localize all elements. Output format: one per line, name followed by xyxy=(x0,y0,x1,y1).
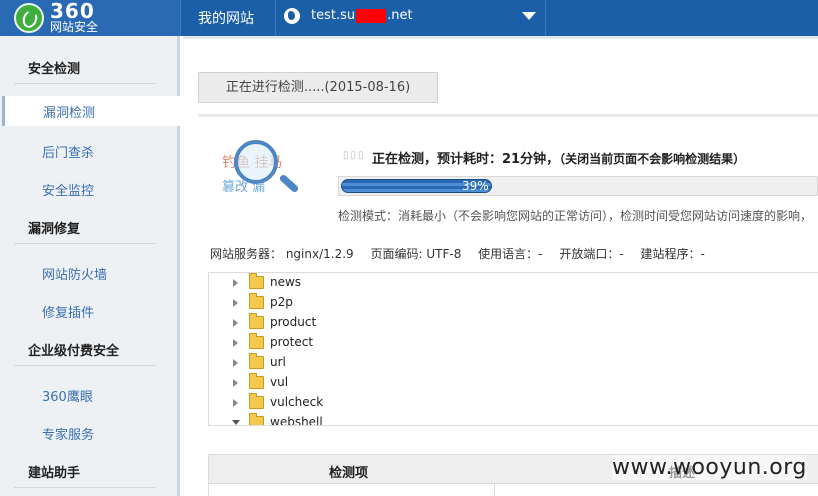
nav-my-sites[interactable]: 我的网站 xyxy=(198,8,254,28)
sidebar-group-title: 企业级付费安全 xyxy=(28,344,120,359)
language-info: 使用语言：- xyxy=(478,247,543,261)
scan-message-note: （关闭当前页面不会影响检测结果） xyxy=(559,152,746,166)
progress-bar: 39% xyxy=(338,176,818,196)
sidebar-group-title: 漏洞修复 xyxy=(28,222,81,237)
globe-icon xyxy=(284,8,300,24)
table-row xyxy=(208,484,818,496)
directory-tree[interactable]: news p2p product protect url vul vulcheck websh… xyxy=(208,272,818,426)
sidebar-group-title: 安全检测 xyxy=(28,62,81,77)
nav-divider xyxy=(180,0,181,36)
scan-message-main: 正在检测，预计耗时：21分钟， xyxy=(372,152,560,167)
tree-row-label: p2p xyxy=(270,295,293,309)
tree-row-label: url xyxy=(270,355,286,369)
folder-icon xyxy=(249,273,264,289)
progress-percent: 39% xyxy=(462,179,489,193)
expand-arrow-open-icon[interactable] xyxy=(232,420,240,425)
scan-mode-text: 检测模式：消耗最小（不会影响您网站的正常访问），检测时间受您网站访问速度的影响， xyxy=(338,209,813,223)
sidebar-item-expert-service[interactable]: 专家服务 xyxy=(42,424,94,443)
site-selector[interactable]: test.su .net xyxy=(311,8,413,23)
expand-arrow-icon[interactable] xyxy=(233,279,238,287)
tree-row-label: protect xyxy=(270,335,314,349)
sidebar-item-firewall[interactable]: 网站防火墙 xyxy=(42,264,107,283)
sidebar-item-security-monitor[interactable]: 安全监控 xyxy=(42,180,94,199)
sidebar-group-title: 建站助手 xyxy=(28,466,81,481)
folder-icon xyxy=(249,393,264,409)
redaction-mark xyxy=(356,8,387,23)
magnifier-icon xyxy=(234,140,278,184)
folder-icon xyxy=(249,333,264,349)
shield-logo-icon xyxy=(14,3,44,33)
site-name-prefix: test.su xyxy=(311,8,356,23)
expand-arrow-icon[interactable] xyxy=(233,319,238,327)
column-header-check-item: 检测项 xyxy=(329,466,369,481)
main-top-border xyxy=(183,36,818,39)
tree-row-label: vul xyxy=(270,375,289,389)
expand-arrow-icon[interactable] xyxy=(233,339,238,347)
sidebar-item-backdoor-scan[interactable]: 后门查杀 xyxy=(42,142,94,161)
sidebar-item-eagle-eye[interactable]: 360鹰眼 xyxy=(42,386,93,405)
top-bar: 360 网站安全 我的网站 test.su .net xyxy=(0,0,818,36)
tree-row-label: product xyxy=(270,315,317,329)
tree-row-label: vulcheck xyxy=(270,395,324,409)
server-info-row: 网站服务器： nginx/1.2.9 页面编码: UTF-8 使用语言：- 开放… xyxy=(210,245,718,262)
tree-row-label: webshell xyxy=(270,415,323,426)
sidebar-divider xyxy=(14,243,156,244)
folder-icon xyxy=(249,373,264,389)
site-name-suffix: .net xyxy=(387,8,413,23)
sidebar-item-vuln-scan[interactable]: 漏洞检测 xyxy=(2,96,181,126)
encoding-info: 页面编码: UTF-8 xyxy=(370,247,462,261)
folder-icon xyxy=(249,293,264,309)
folder-icon xyxy=(249,313,264,329)
expand-arrow-icon[interactable] xyxy=(233,359,238,367)
section-divider xyxy=(198,114,818,117)
folder-icon xyxy=(249,413,264,425)
sidebar: 安全检测 漏洞检测 后门查杀 安全监控 漏洞修复 网站防火墙 修复插件 企业级付… xyxy=(0,36,181,496)
expand-arrow-icon[interactable] xyxy=(233,399,238,407)
nav-divider xyxy=(545,0,546,36)
expand-arrow-icon[interactable] xyxy=(233,379,238,387)
nav-divider xyxy=(275,0,276,36)
server-info: 网站服务器： nginx/1.2.9 xyxy=(210,247,354,261)
logo[interactable]: 360 网站安全 xyxy=(0,0,180,36)
scan-message: 正在检测，预计耗时：21分钟，（关闭当前页面不会影响检测结果） xyxy=(372,148,745,167)
sidebar-item-fix-plugin[interactable]: 修复插件 xyxy=(42,302,94,321)
sidebar-divider xyxy=(14,83,156,84)
loading-dots: ▯▯▯ xyxy=(343,150,366,161)
ports-info: 开放端口：- xyxy=(559,247,624,261)
program-info: 建站程序：- xyxy=(640,247,705,261)
sidebar-divider xyxy=(14,487,156,488)
chevron-down-icon[interactable] xyxy=(522,12,536,20)
expand-arrow-icon[interactable] xyxy=(233,299,238,307)
tree-row-label: news xyxy=(270,275,302,289)
sidebar-divider xyxy=(14,365,156,366)
logo-text: 网站安全 xyxy=(50,20,99,34)
folder-icon xyxy=(249,353,264,369)
watermark: www.wooyun.org xyxy=(612,455,807,480)
sidebar-item-label: 漏洞检测 xyxy=(43,106,96,121)
scan-status-button[interactable]: 正在进行检测.....(2015-08-16) xyxy=(198,72,438,103)
